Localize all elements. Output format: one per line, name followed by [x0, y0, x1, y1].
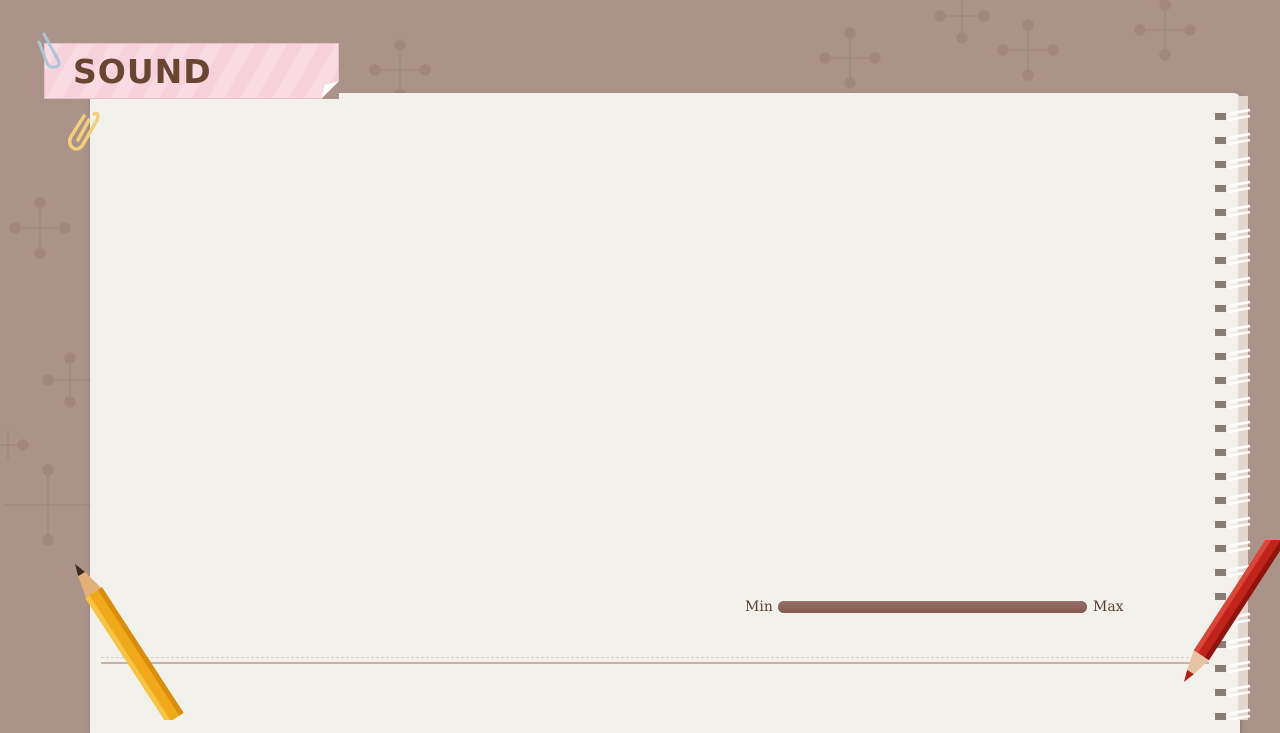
- binding-hole: [1215, 401, 1226, 408]
- volume-slider-row: Min Max: [740, 598, 1130, 616]
- binding-hole: [1215, 473, 1226, 480]
- binding-hole: [1215, 185, 1226, 192]
- volume-min-label: Min: [745, 599, 773, 615]
- binding-hole: [1215, 137, 1226, 144]
- yellow-pencil-icon: [75, 564, 184, 720]
- volume-slider-fill: [778, 601, 1087, 613]
- binding-hole: [1215, 689, 1226, 696]
- binding-hole: [1215, 233, 1226, 240]
- volume-slider[interactable]: [778, 601, 1087, 613]
- binding-hole: [1215, 305, 1226, 312]
- binding-hole: [1215, 353, 1226, 360]
- binding-hole: [1215, 497, 1226, 504]
- binding-hole: [1215, 713, 1226, 720]
- binding-hole: [1215, 209, 1226, 216]
- paperclip-yellow-icon: [67, 111, 100, 151]
- binding-hole: [1215, 329, 1226, 336]
- paperclip-blue-icon: [37, 32, 61, 69]
- volume-max-label: Max: [1093, 599, 1124, 615]
- page-divider: [101, 662, 1209, 664]
- page-title: SOUND: [73, 52, 212, 91]
- binding-hole: [1215, 377, 1226, 384]
- binding-hole: [1215, 281, 1226, 288]
- binding-hole: [1215, 113, 1226, 120]
- binding-hole: [1215, 257, 1226, 264]
- title-tape: SOUND: [44, 43, 339, 99]
- binding-hole: [1215, 161, 1226, 168]
- binding-hole: [1215, 449, 1226, 456]
- binding-hole: [1215, 521, 1226, 528]
- binding-hole: [1215, 425, 1226, 432]
- tape-fold-corner: [321, 81, 339, 99]
- notebook-page: [90, 93, 1240, 733]
- page-divider-dashed: [101, 657, 1209, 658]
- red-pencil-icon: [1184, 540, 1280, 682]
